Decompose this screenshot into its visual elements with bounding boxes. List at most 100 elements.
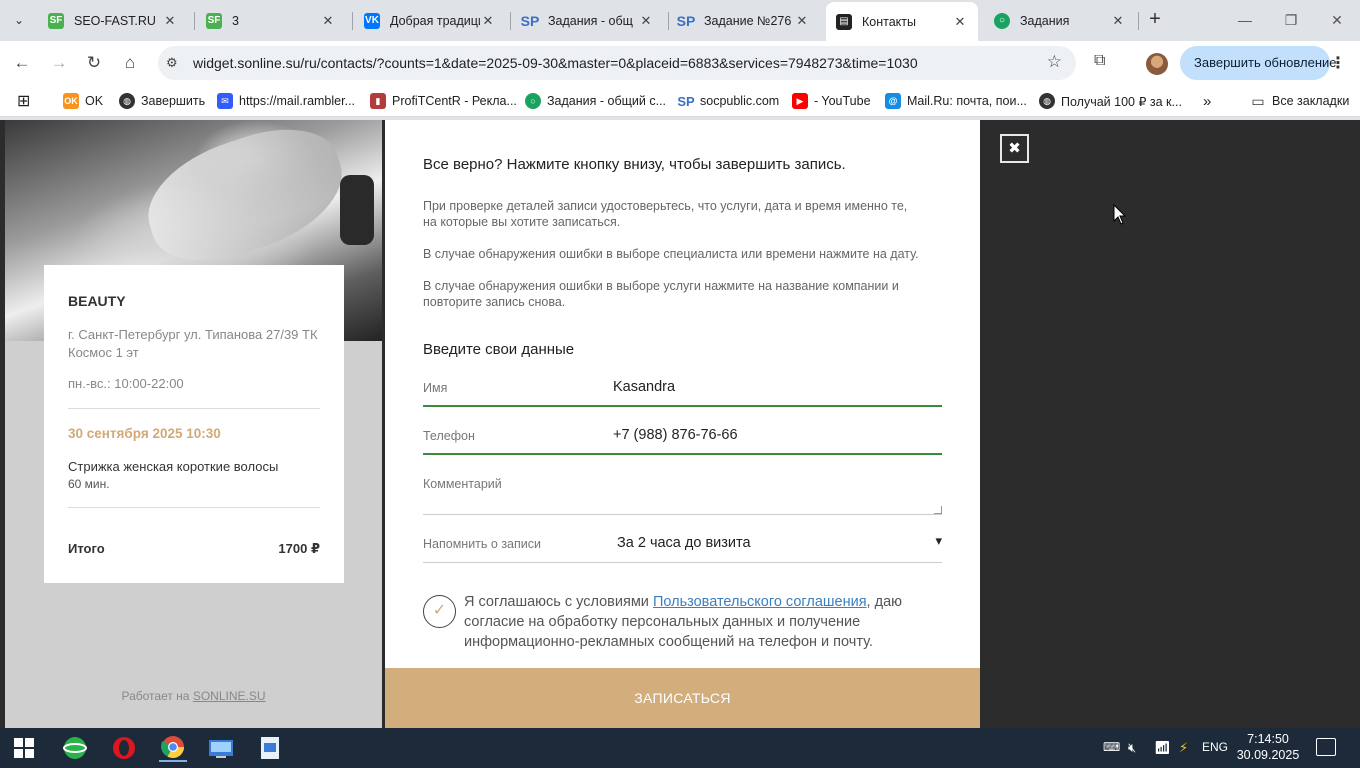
home-icon[interactable]: ⌂ <box>118 51 142 75</box>
note-service-error: В случае обнаружения ошибки в выборе усл… <box>423 279 899 309</box>
name-label: Имя <box>423 381 448 395</box>
forward-icon[interactable]: → <box>47 51 71 75</box>
tab-title: Добрая традиция <box>390 13 480 28</box>
comment-underline <box>423 514 942 515</box>
bookmark-zadaniya[interactable]: ○ Задания - общий с... <box>525 91 666 111</box>
service-duration: 60 мин. <box>68 477 110 491</box>
name-field[interactable]: Имя Kasandra <box>423 373 942 407</box>
language-indicator[interactable]: ENG <box>1202 740 1228 754</box>
booking-datetime[interactable]: 30 сентября 2025 10:30 <box>68 426 320 441</box>
power-icon[interactable]: ⚡︎ <box>1179 740 1188 756</box>
comment-field[interactable]: Комментарий <box>423 469 942 515</box>
section-heading: Введите свои данные <box>423 341 575 358</box>
minimize-icon[interactable]: — <box>1222 8 1268 32</box>
socpublic-icon: SP <box>676 12 696 29</box>
close-tab-icon[interactable]: ✕ <box>638 13 654 29</box>
comment-label: Комментарий <box>423 477 502 491</box>
salon-hours: пн.-вс.: 10:00-22:00 <box>68 376 184 391</box>
bookmark-poluchai[interactable]: ◍ Получай 100 ₽ за к... <box>1039 91 1182 111</box>
profile-avatar[interactable] <box>1146 53 1168 75</box>
tab-seofast[interactable]: SF SEO-FAST.RU ✕ <box>38 4 188 37</box>
tab-search-chevron-icon[interactable]: ⌄ <box>6 8 32 32</box>
all-bookmarks[interactable]: ▭ Все закладки <box>1250 91 1349 111</box>
chrome-icon[interactable] <box>159 734 187 762</box>
image-viewer-icon[interactable] <box>256 734 284 762</box>
bookmark-rambler[interactable]: ✉ https://mail.rambler... <box>217 91 355 111</box>
name-input[interactable]: Kasandra <box>613 379 675 395</box>
submit-booking-button[interactable]: ЗАПИСАТЬСЯ <box>385 668 980 728</box>
site-settings-icon[interactable]: ⚙ <box>166 55 178 71</box>
bookmark-youtube[interactable]: ▶ - YouTube <box>792 91 871 111</box>
salon-name[interactable]: BEAUTY <box>68 293 320 309</box>
folder-icon: ▭ <box>1251 92 1265 109</box>
address-bar[interactable]: ⚙ widget.sonline.su/ru/contacts/?counts=… <box>158 46 1076 80</box>
windows-start-icon[interactable] <box>10 734 38 762</box>
powered-by: Работает на SONLINE.SU <box>5 689 382 703</box>
close-tab-icon[interactable]: ✕ <box>952 14 968 30</box>
reminder-label: Напомнить о записи <box>423 537 541 551</box>
clock-time: 7:14:50 <box>1247 732 1289 746</box>
browser-menu-icon[interactable]: ⋮ <box>1330 53 1346 73</box>
notifications-icon[interactable] <box>1316 738 1336 756</box>
system-clock[interactable]: 7:14:50 30.09.2025 <box>1232 731 1304 763</box>
tab-socpublic-1[interactable]: SP Задания - общ ✕ <box>512 4 664 37</box>
tab-title: Задание №276 <box>704 13 792 28</box>
agreement-checkbox[interactable]: ✓ <box>423 595 456 628</box>
tab-vk[interactable]: VK Добрая традиция ✕ <box>354 4 506 37</box>
keyboard-tray-icon[interactable]: ⌨ <box>1103 740 1120 754</box>
finish-update-button[interactable]: Завершить обновление <box>1180 46 1337 80</box>
restore-icon[interactable]: ❐ <box>1268 8 1314 32</box>
salon-address: г. Санкт-Петербург ул. Типанова 27/39 ТК… <box>68 327 318 360</box>
user-agreement-link[interactable]: Пользовательского соглашения <box>653 594 867 610</box>
green-circle-icon: ○ <box>525 93 541 109</box>
close-tab-icon[interactable]: ✕ <box>1110 13 1126 29</box>
textarea-resize-handle[interactable] <box>934 506 942 514</box>
tab-separator <box>194 12 195 30</box>
tab-title: 3 <box>232 13 239 28</box>
tab-seofast-3[interactable]: SF 3 ✕ <box>196 4 346 37</box>
bookmark-label: Задания - общий с... <box>547 94 667 108</box>
total-row: Итого 1700 ₽ <box>68 541 320 557</box>
extensions-puzzle-icon[interactable]: ⧉ <box>1094 52 1105 70</box>
tab-zadaniya[interactable]: ○ Задания ✕ <box>984 4 1136 37</box>
bookmark-zavershit[interactable]: ◍ Завершить <box>119 91 205 111</box>
bookmark-ok[interactable]: OK OK <box>63 91 103 111</box>
tab-socpublic-2[interactable]: SP Задание №276 ✕ <box>668 4 820 37</box>
new-tab-plus-icon[interactable]: + <box>1144 8 1166 32</box>
back-icon[interactable]: ← <box>10 51 34 75</box>
reminder-field[interactable]: Напомнить о записи За 2 часа до визита ▾ <box>423 529 942 563</box>
close-widget-icon[interactable]: ✖ <box>1000 134 1029 163</box>
green-circle-icon: ○ <box>994 12 1010 29</box>
photo-watch <box>340 175 374 245</box>
opera-icon[interactable] <box>110 734 138 762</box>
bookmark-profitcentr[interactable]: ▮ ProfiTCentR - Рекла... <box>370 91 517 111</box>
more-bookmarks-chevron-icon[interactable]: » <box>1203 91 1211 111</box>
speaker-muted-icon[interactable]: 🔇︎ <box>1128 740 1136 756</box>
sonline-link[interactable]: SONLINE.SU <box>193 689 266 703</box>
phone-field[interactable]: Телефон +7 (988) 876-76-66 <box>423 421 942 455</box>
close-tab-icon[interactable]: ✕ <box>162 13 178 29</box>
file-explorer-icon[interactable] <box>207 734 235 762</box>
bookmark-mailru[interactable]: @ Mail.Ru: почта, пои... <box>885 91 1027 111</box>
bookmark-socpublic[interactable]: SP socpublic.com <box>677 91 779 111</box>
reminder-select[interactable]: За 2 часа до визита <box>617 535 751 551</box>
close-tab-icon[interactable]: ✕ <box>794 13 810 29</box>
phone-input[interactable]: +7 (988) 876-76-66 <box>613 427 738 443</box>
chevron-down-icon[interactable]: ▾ <box>935 533 942 549</box>
agreement-prefix: Я соглашаюсь с условиями <box>464 594 653 610</box>
close-window-icon[interactable]: ✕ <box>1314 8 1360 32</box>
all-bookmarks-label: Все закладки <box>1272 94 1350 108</box>
tab-contacts[interactable]: ▤ Контакты ✕ <box>826 2 978 41</box>
apps-grid-icon[interactable]: ⊞ <box>17 91 30 111</box>
close-tab-icon[interactable]: ✕ <box>320 13 336 29</box>
bookmark-star-icon[interactable]: ☆ <box>1047 52 1062 72</box>
browser-green-icon[interactable] <box>61 734 89 762</box>
url-text[interactable]: widget.sonline.su/ru/contacts/?counts=1&… <box>193 55 918 71</box>
network-icon[interactable]: 📶︎ <box>1154 740 1171 756</box>
reload-icon[interactable]: ↻ <box>82 51 106 75</box>
socpublic-icon: SP <box>677 93 695 109</box>
tab-separator <box>1138 12 1139 30</box>
close-tab-icon[interactable]: ✕ <box>480 13 496 29</box>
booking-form-panel: Все верно? Нажмите кнопку внизу, чтобы з… <box>385 120 980 728</box>
divider <box>68 408 320 409</box>
